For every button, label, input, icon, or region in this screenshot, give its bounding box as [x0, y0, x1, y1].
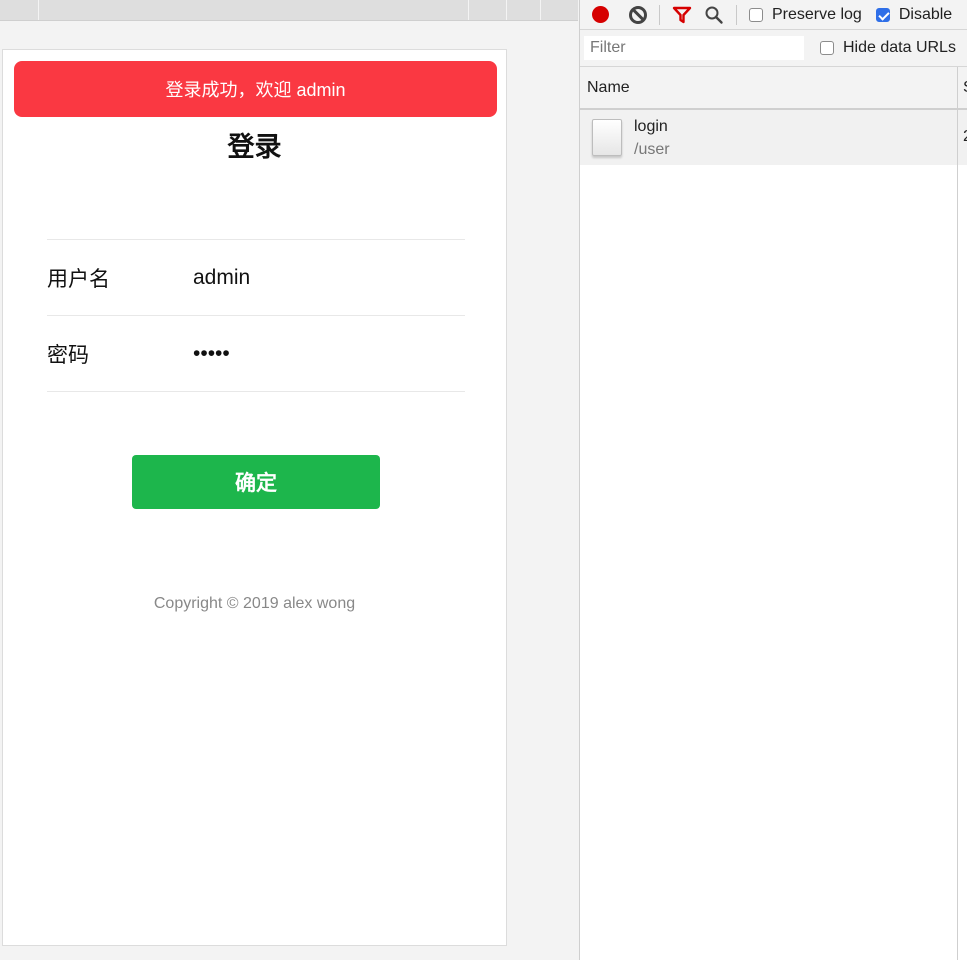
- request-status: 2: [957, 110, 967, 165]
- filter-funnel-icon[interactable]: [672, 6, 692, 24]
- column-header-name[interactable]: Name: [580, 79, 957, 97]
- filter-input[interactable]: [584, 36, 804, 60]
- preserve-log-checkbox[interactable]: [749, 8, 763, 22]
- success-toast: 登录成功，欢迎 admin: [14, 61, 497, 117]
- hide-data-urls-label[interactable]: Hide data URLs: [843, 39, 956, 57]
- search-icon[interactable]: [704, 5, 724, 25]
- username-input[interactable]: admin: [193, 266, 465, 290]
- mobile-preview: 登录成功，欢迎 admin 登录 用户名 admin 密码 ••••• 确定 C…: [2, 49, 507, 946]
- browser-top-strip: [0, 0, 578, 21]
- clear-icon[interactable]: [629, 6, 647, 24]
- hide-data-urls-checkbox[interactable]: [820, 41, 834, 55]
- disable-cache-label[interactable]: Disable: [899, 6, 952, 24]
- request-path: /user: [634, 138, 670, 161]
- record-icon[interactable]: [592, 6, 609, 23]
- preserve-log-label[interactable]: Preserve log: [772, 6, 862, 24]
- toolbar-separator: [736, 5, 737, 25]
- page-title: 登录: [3, 125, 506, 164]
- hide-data-urls-option[interactable]: Hide data URLs: [820, 39, 956, 57]
- column-header-status[interactable]: S: [957, 67, 967, 108]
- password-input[interactable]: •••••: [193, 342, 465, 366]
- document-icon: [592, 119, 622, 156]
- request-table-header: Name S: [580, 67, 967, 110]
- table-row[interactable]: login /user 2: [580, 110, 967, 165]
- request-name: login: [634, 115, 670, 138]
- strip-divider: [506, 0, 507, 20]
- password-row: 密码 •••••: [47, 315, 465, 392]
- login-form: 用户名 admin 密码 •••••: [47, 239, 465, 392]
- filter-bar: Hide data URLs: [580, 30, 967, 67]
- disable-cache-checkbox[interactable]: [876, 8, 890, 22]
- strip-divider: [38, 0, 39, 20]
- password-label: 密码: [47, 339, 193, 369]
- strip-divider: [540, 0, 541, 20]
- toolbar-separator: [659, 5, 660, 25]
- strip-divider: [468, 0, 469, 20]
- username-label: 用户名: [47, 263, 193, 293]
- confirm-button[interactable]: 确定: [132, 455, 380, 509]
- copyright-text: Copyright © 2019 alex wong: [3, 595, 506, 613]
- devtools-network-panel: Preserve log Disable Hide data URLs Name…: [579, 0, 967, 960]
- request-name-cell: login /user: [634, 115, 670, 161]
- network-toolbar: Preserve log Disable: [580, 0, 967, 30]
- column-divider: [957, 164, 958, 960]
- username-row: 用户名 admin: [47, 239, 465, 315]
